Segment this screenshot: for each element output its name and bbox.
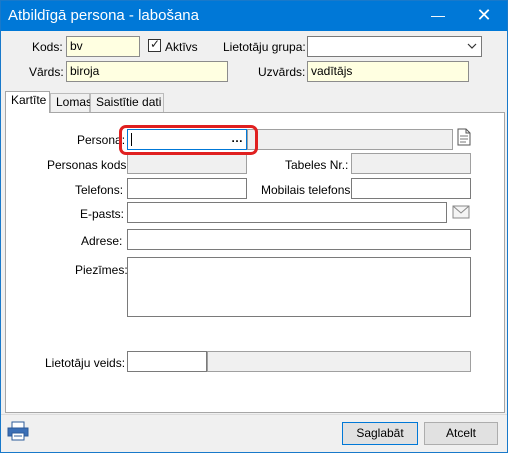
adrese-label: Adrese: — [81, 234, 123, 248]
personas-kods-field — [127, 153, 247, 174]
adrese-field[interactable] — [127, 229, 471, 250]
document-icon[interactable] — [456, 128, 472, 146]
highlight-annotation — [119, 125, 258, 155]
persona-name-display — [247, 129, 453, 150]
mobilais-telefons-field[interactable] — [351, 178, 471, 199]
close-button[interactable]: ✕ — [461, 1, 507, 31]
vards-label: Vārds: — [29, 65, 64, 79]
vards-field[interactable]: biroja — [66, 61, 228, 82]
cancel-button[interactable]: Atcelt — [424, 422, 498, 445]
lietotaju-grupa-select[interactable] — [307, 36, 482, 57]
uzvards-label: Uzvārds: — [258, 65, 306, 79]
tabeles-nr-field — [351, 153, 471, 174]
uzvards-field[interactable]: vadītājs — [307, 61, 469, 82]
chevron-down-icon[interactable] — [467, 37, 477, 56]
dialog-window: Atbildīgā persona - labošana — ✕ Kods: b… — [0, 0, 508, 453]
telefons-label: Telefons: — [75, 183, 124, 197]
kods-label: Kods: — [32, 40, 63, 54]
lietotaju-veids-code-field[interactable] — [127, 351, 207, 372]
e-pasts-label: E-pasts: — [80, 207, 125, 221]
piezimes-textarea[interactable] — [127, 257, 471, 317]
e-pasts-field[interactable] — [127, 202, 447, 223]
lietotaju-veids-name-display — [207, 351, 471, 372]
aktivs-checkbox[interactable] — [148, 37, 161, 52]
title-bar: Atbildīgā persona - labošana — ✕ — [1, 1, 507, 31]
lietotaju-veids-label: Lietotāju veids: — [45, 356, 126, 370]
footer-divider — [1, 414, 507, 415]
lietotaju-grupa-label: Lietotāju grupa: — [223, 40, 306, 54]
kods-field[interactable]: bv — [66, 36, 140, 57]
envelope-icon[interactable] — [452, 205, 470, 219]
piezimes-label: Piezīmes: — [75, 263, 128, 277]
aktivs-label: Aktīvs — [165, 40, 198, 54]
mobilais-telefons-label: Mobilais telefons: — [261, 183, 354, 197]
window-title: Atbildīgā persona - labošana — [8, 7, 199, 24]
tabeles-nr-label: Tabeles Nr.: — [285, 158, 349, 172]
save-button[interactable]: Saglabāt — [342, 422, 418, 445]
personas-kods-label: Personas kods: — [47, 158, 130, 172]
persona-label: Persona: — [77, 133, 126, 147]
telefons-field[interactable] — [127, 178, 247, 199]
tab-saistitie-dati[interactable]: Saistītie dati — [90, 93, 164, 112]
tab-lomas[interactable]: Lomas — [50, 93, 92, 112]
tab-kartite[interactable]: Kartīte — [5, 91, 50, 113]
minimize-button[interactable]: — — [415, 1, 461, 31]
printer-icon[interactable] — [7, 421, 29, 441]
